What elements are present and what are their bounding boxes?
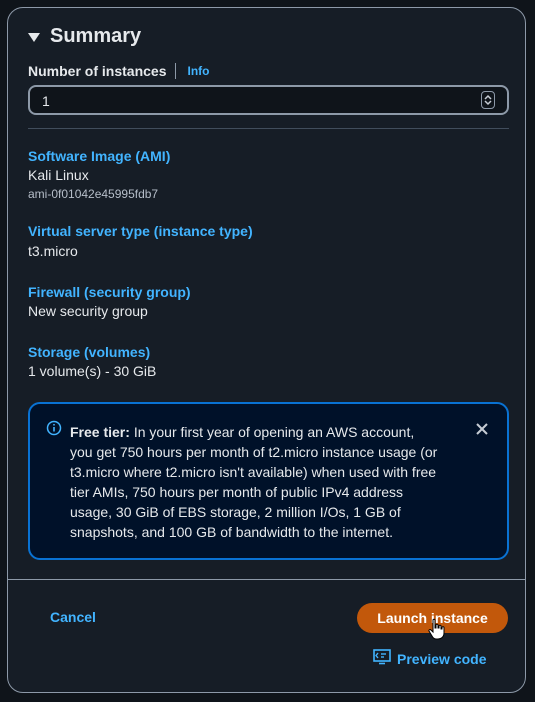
- instances-value: 1: [42, 93, 50, 109]
- free-tier-alert: Free tier: In your first year of opening…: [28, 402, 509, 560]
- firewall-title-link[interactable]: Firewall (security group): [28, 284, 191, 300]
- ami-title-link[interactable]: Software Image (AMI): [28, 148, 170, 164]
- instances-input[interactable]: 1: [28, 85, 509, 115]
- info-link[interactable]: Info: [187, 64, 209, 78]
- preview-code-button[interactable]: Preview code: [373, 649, 487, 668]
- ami-id: ami-0f01042e45995fdb7: [28, 187, 159, 201]
- instances-label: Number of instances: [28, 63, 167, 79]
- label-separator: [175, 63, 177, 79]
- cancel-button[interactable]: Cancel: [50, 609, 96, 625]
- storage-value: 1 volume(s) - 30 GiB: [28, 363, 157, 379]
- instance-type-value: t3.micro: [28, 243, 78, 259]
- footer-divider: [8, 579, 525, 580]
- spinner-icon[interactable]: [481, 91, 495, 109]
- alert-body: In your first year of opening an AWS acc…: [70, 424, 438, 540]
- firewall-value: New security group: [28, 303, 148, 319]
- close-icon[interactable]: [475, 422, 489, 441]
- storage-title-link[interactable]: Storage (volumes): [28, 344, 150, 360]
- code-preview-icon: [373, 649, 391, 668]
- instance-type-title-link[interactable]: Virtual server type (instance type): [28, 223, 253, 239]
- instances-label-row: Number of instances Info: [28, 63, 209, 79]
- summary-title: Summary: [50, 25, 142, 47]
- summary-header[interactable]: Summary: [28, 25, 141, 48]
- caret-down-icon[interactable]: [28, 33, 40, 42]
- alert-text: Free tier: In your first year of opening…: [70, 422, 440, 542]
- preview-code-label: Preview code: [397, 650, 487, 667]
- alert-heading: Free tier:: [70, 424, 130, 440]
- summary-panel: Summary Number of instances Info 1 Softw…: [7, 7, 526, 693]
- section-divider: [28, 128, 509, 129]
- ami-value: Kali Linux: [28, 167, 89, 183]
- hand-cursor-icon: [428, 618, 446, 645]
- info-circle-icon: [46, 420, 62, 441]
